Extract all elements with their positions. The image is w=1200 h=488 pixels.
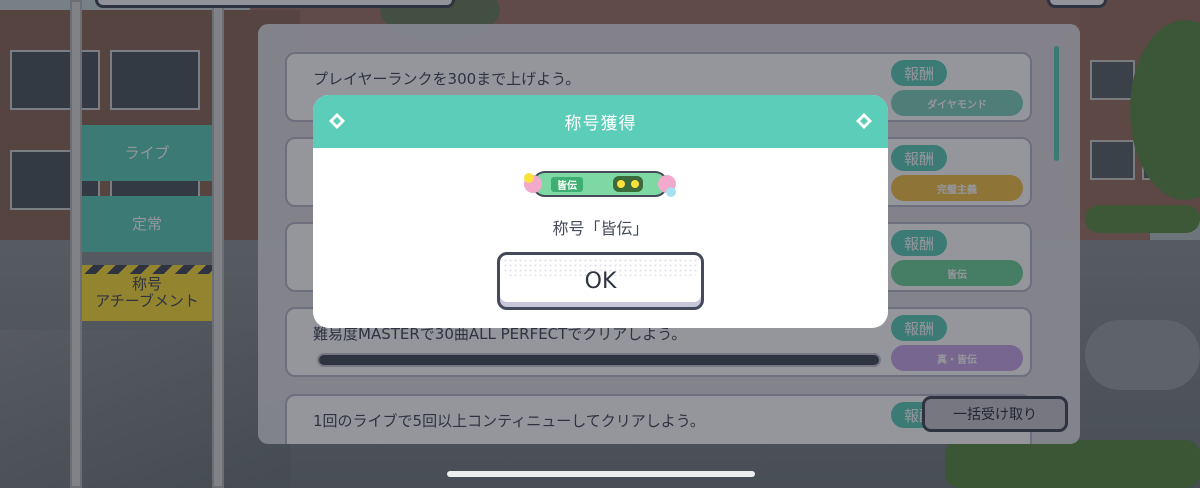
diamond-icon (856, 113, 872, 129)
dialog-title: 称号獲得 (564, 114, 637, 134)
ok-button[interactable]: OK (497, 252, 704, 310)
dialog-header: 称号獲得 (313, 95, 888, 148)
ok-button-label: OK (584, 269, 617, 294)
acquired-title-text: 称号「皆伝」 (552, 219, 649, 238)
diamond-icon (329, 113, 345, 129)
title-plate-icon: 皆伝 (521, 168, 679, 200)
home-indicator[interactable] (447, 471, 755, 477)
title-acquired-dialog: 称号獲得 皆伝 称号「皆伝」 OK (313, 95, 888, 328)
title-plate-text: 皆伝 (557, 181, 577, 192)
